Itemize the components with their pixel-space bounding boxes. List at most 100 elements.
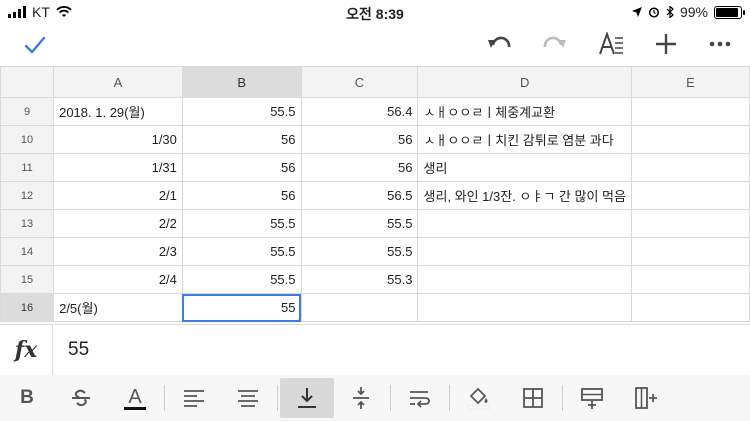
align-center-button[interactable] [221,378,275,418]
valign-middle-icon [353,387,369,409]
bold-icon: B [20,387,34,408]
row-header[interactable]: 10 [0,125,55,154]
valign-middle-button[interactable] [334,378,388,418]
valign-bottom-button[interactable] [280,378,334,418]
table-row: 11 1/31 56 56 생리 [0,153,750,182]
text-color-button[interactable]: A [108,378,162,418]
strikethrough-icon [72,389,90,407]
align-center-icon [238,390,258,407]
cell-b[interactable]: 55.5 [181,265,302,294]
wrap-text-button[interactable] [393,378,447,418]
table-row: 13 2/2 55.5 55.5 [0,209,750,238]
align-left-button[interactable] [167,378,221,418]
cell-c[interactable]: 55.5 [300,209,419,238]
location-icon [631,7,642,17]
column-header-b[interactable]: B [181,66,302,98]
cell-e[interactable] [630,265,750,294]
insert-row-icon [581,388,603,409]
cell-e[interactable] [630,97,750,126]
format-toolbar: B A [0,375,750,421]
formula-bar: fx 55 [0,324,750,376]
borders-button[interactable] [506,378,560,418]
cell-d[interactable] [417,209,632,238]
row-header[interactable]: 14 [0,237,55,266]
text-format-icon[interactable] [598,32,624,56]
column-header-e[interactable]: E [630,66,750,98]
row-header[interactable]: 13 [0,209,55,238]
cell-a[interactable]: 2/4 [53,265,183,294]
cell-b[interactable]: 55.5 [181,237,302,266]
formula-input[interactable]: 55 [68,339,89,361]
cell-e[interactable] [630,181,750,210]
add-icon[interactable] [654,32,678,56]
table-row: 12 2/1 56 56.5 생리, 와인 1/3잔. ㅇㅑㄱ 간 많이 먹음 [0,181,750,210]
row-header-selected[interactable]: 16 [0,293,55,322]
cell-a[interactable]: 1/31 [53,153,183,182]
undo-icon[interactable] [486,32,512,56]
selection-handle-bottom-right[interactable] [297,318,301,321]
check-icon[interactable] [22,32,48,63]
cell-b[interactable]: 55.5 [181,209,302,238]
selected-cell-b16[interactable]: 55 [181,293,302,322]
cell-b[interactable]: 56 [181,153,302,182]
wrap-text-icon [410,391,430,408]
cell-b[interactable]: 56 [181,125,302,154]
row-header[interactable]: 11 [0,153,55,182]
borders-icon [523,388,543,408]
strikethrough-button[interactable] [54,378,108,418]
cell-b[interactable]: 56 [181,181,302,210]
cell-d[interactable]: ㅅㅐㅇㅇㄹㅣ체중계교환 [417,97,632,126]
row-header[interactable]: 12 [0,181,55,210]
selected-cell-value: 55 [281,300,296,315]
row-header[interactable]: 9 [0,97,55,126]
cell-a[interactable]: 2/2 [53,209,183,238]
redo-icon[interactable] [542,32,568,56]
column-header-row: A B C D E [0,66,750,98]
cell-d[interactable] [417,237,632,266]
cell-e[interactable] [630,209,750,238]
cell-d[interactable]: 생리 [417,153,632,182]
cell-a[interactable]: 1/30 [53,125,183,154]
insert-row-button[interactable] [565,378,619,418]
spreadsheet-grid: A B C D E 9 2018. 1. 29(월) 55.5 56.4 ㅅㅐㅇ… [0,66,750,324]
cell-e[interactable] [630,293,750,322]
selection-handle-top-left[interactable] [183,294,186,297]
text-color-icon: A [124,387,146,410]
cell-e[interactable] [630,153,750,182]
cell-d[interactable]: ㅅㅐㅇㅇㄹㅣ치킨 감튀로 염분 과다 [417,125,632,154]
cell-e[interactable] [630,125,750,154]
bold-button[interactable]: B [0,378,54,418]
cell-c[interactable]: 56.5 [300,181,419,210]
status-right: 99% [631,4,745,20]
column-header-a[interactable]: A [53,66,183,98]
corner-cell[interactable] [0,66,55,98]
table-row: 15 2/4 55.5 55.3 [0,265,750,294]
cell-e[interactable] [630,237,750,266]
cell-a[interactable]: 2/1 [53,181,183,210]
column-header-d[interactable]: D [417,66,632,98]
cell-c[interactable]: 55.5 [300,237,419,266]
table-row: 10 1/30 56 56 ㅅㅐㅇㅇㄹㅣ치킨 감튀로 염분 과다 [0,125,750,154]
cell-c[interactable]: 56 [300,153,419,182]
cell-d[interactable] [417,293,632,322]
row-header[interactable]: 15 [0,265,55,294]
cell-a[interactable]: 2018. 1. 29(월) [53,97,183,126]
cell-c[interactable]: 56.4 [300,97,419,126]
cell-c[interactable]: 55.3 [300,265,419,294]
cell-b[interactable]: 55.5 [181,97,302,126]
valign-bottom-icon [298,388,316,408]
cell-c[interactable]: 56 [300,125,419,154]
cell-a[interactable]: 2/3 [53,237,183,266]
more-icon[interactable] [708,32,732,56]
fx-icon: fx [0,325,53,375]
cell-d[interactable] [417,265,632,294]
fill-color-button[interactable] [452,378,506,418]
paint-bucket-icon [468,387,490,410]
table-row: 14 2/3 55.5 55.5 [0,237,750,266]
insert-column-button[interactable] [619,378,673,418]
cell-d[interactable]: 생리, 와인 1/3잔. ㅇㅑㄱ 간 많이 먹음 [417,181,632,210]
cell-c[interactable] [300,293,419,322]
bluetooth-icon [666,6,674,18]
cell-a[interactable]: 2/5(월) [53,293,183,322]
column-header-c[interactable]: C [300,66,419,98]
